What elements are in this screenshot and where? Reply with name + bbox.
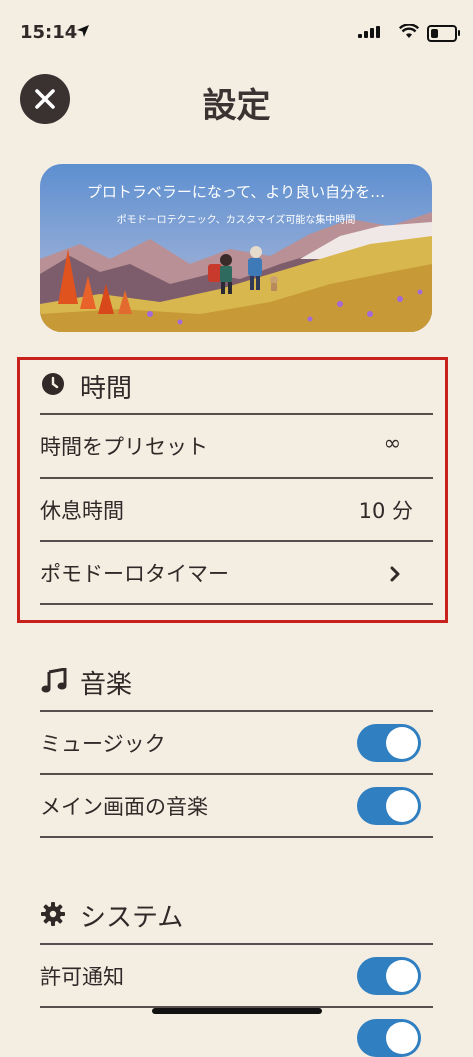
row-music: ミュージック [40, 712, 433, 774]
divider [40, 603, 433, 605]
status-time: 15:14 [20, 22, 78, 43]
banner-subtitle: ポモドーロテクニック、カスタマイズ可能な集中時間 [116, 215, 356, 226]
row-time-preset[interactable]: 時間をプリセット ∞ [40, 415, 433, 477]
promo-banner[interactable]: プロトラベラーになって、より良い自分を… ポモドーロテクニック、カスタマイズ可能… [40, 164, 432, 332]
partial-toggle[interactable] [357, 1019, 421, 1057]
wifi-icon [399, 24, 419, 38]
location-arrow-icon [77, 25, 89, 37]
page-title: 設定 [202, 86, 271, 126]
row-label: 休息時間 [40, 499, 124, 523]
banner-title: プロトラベラーになって、より良い自分を… [86, 183, 386, 201]
gear-icon [41, 902, 65, 926]
music-note-icon [41, 668, 67, 693]
row-main-screen-music: メイン画面の音楽 [40, 775, 433, 837]
row-label: 許可通知 [40, 965, 124, 989]
row-break-time[interactable]: 休息時間 10 分 [40, 479, 433, 541]
row-notifications: 許可通知 [40, 945, 433, 1007]
divider [40, 836, 433, 838]
row-value: ∞ [383, 431, 402, 455]
status-bar: 15:14 [0, 0, 473, 60]
section-title-time: 時間 [80, 374, 133, 404]
main-screen-music-toggle[interactable] [357, 787, 421, 825]
row-label: ポモドーロタイマー [40, 562, 229, 586]
clock-icon [42, 373, 64, 395]
music-toggle[interactable] [357, 724, 421, 762]
home-indicator[interactable] [152, 1008, 322, 1014]
row-label: 時間をプリセット [40, 435, 208, 459]
chevron-right-icon [390, 566, 400, 582]
cellular-signal-icon [358, 26, 380, 38]
row-value: 10 分 [358, 499, 413, 523]
row-pomodoro-timer[interactable]: ポモドーロタイマー [40, 542, 433, 604]
battery-icon [427, 25, 460, 42]
section-title-system: システム [80, 903, 184, 933]
row-label: ミュージック [40, 732, 166, 756]
section-title-music: 音楽 [80, 670, 133, 700]
row-label: メイン画面の音楽 [40, 795, 208, 819]
notifications-toggle[interactable] [357, 957, 421, 995]
